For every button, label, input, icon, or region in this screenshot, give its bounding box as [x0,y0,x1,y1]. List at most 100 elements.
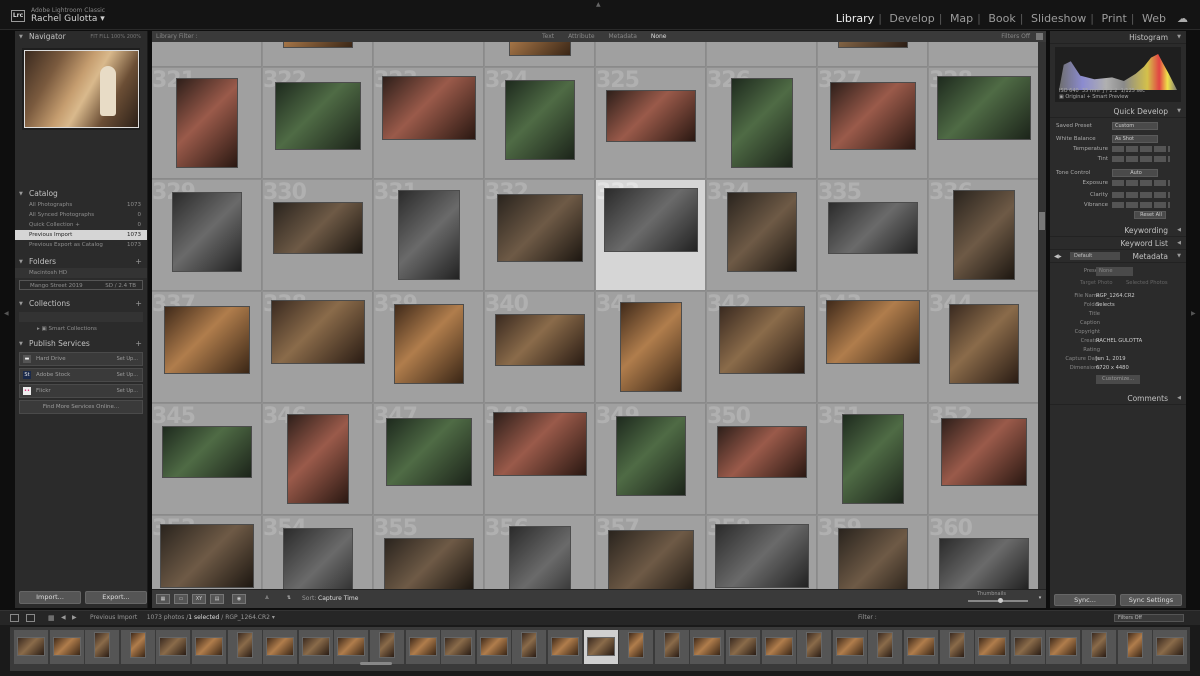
metadata-header[interactable]: ◀▸ Default Metadata ▼ [1050,250,1186,263]
filmstrip-thumbnail[interactable] [227,630,262,664]
grid-cell[interactable] [485,42,595,67]
filter-metadata[interactable]: Metadata [608,33,636,40]
filmstrip-thumbnail[interactable] [548,630,582,664]
filmstrip-thumbnail[interactable] [370,630,404,664]
grid-cell[interactable]: 325 [596,68,706,179]
loupe-view-icon[interactable]: ▭ [174,594,188,604]
grid-cell[interactable] [263,42,373,67]
filmstrip-thumbnail[interactable] [120,630,155,664]
filter-attribute[interactable]: Attribute [568,33,595,40]
metadata-field[interactable]: Creator RACHEL GULOTTA [1050,337,1186,346]
filmstrip-thumbnail[interactable] [939,630,974,664]
filmstrip-thumbnail[interactable] [298,630,333,664]
filters-off-label[interactable]: Filters Off [1001,31,1030,42]
photo-thumbnail[interactable] [287,414,349,504]
grid-cell[interactable]: 334 [707,180,817,291]
photo-thumbnail[interactable] [162,426,252,478]
filmstrip-filter-dropdown[interactable]: Filters Off [1114,614,1184,622]
grid-cell[interactable]: 328 [929,68,1039,179]
smart-collections[interactable]: ▸ ▣ Smart Collections [15,324,147,334]
metadata-preset-dropdown[interactable]: Default [1070,252,1120,260]
histogram-header[interactable]: Histogram ▼ [1050,31,1186,44]
photo-thumbnail[interactable] [826,300,920,364]
compare-view-icon[interactable]: XY [192,594,206,604]
folder-volume[interactable]: Macintosh HD [15,268,147,278]
photo-thumbnail[interactable] [386,418,472,486]
sort-dropdown[interactable]: Capture Time [318,595,358,602]
survey-view-icon[interactable]: ▤ [210,594,224,604]
grid-cell[interactable]: 352 [929,404,1039,515]
grid-cell[interactable]: 346 [263,404,373,515]
grid-cell[interactable]: 357 [596,516,706,589]
filmstrip-thumbnail[interactable] [14,630,48,664]
grid-cell[interactable]: 344 [929,292,1039,403]
grid-cell[interactable]: 332 [485,180,595,291]
tint-steppers[interactable] [1112,156,1170,162]
filmstrip-thumbnail[interactable] [1010,630,1045,664]
vibrance-steppers[interactable] [1112,202,1170,208]
grid-cell[interactable]: 360 [929,516,1039,589]
visibility-icon[interactable]: ◀▸ [1054,250,1062,263]
metadata-field[interactable]: Folder Selects [1050,301,1186,310]
keywording-header[interactable]: Keywording ◀ [1050,224,1186,237]
grid-cell[interactable]: 340 [485,292,595,403]
toolbar-menu-icon[interactable]: ▾ [1036,594,1044,604]
temperature-steppers[interactable] [1112,146,1170,152]
photo-thumbnail[interactable] [176,78,238,168]
sync-button[interactable]: Sync... [1054,594,1116,606]
photo-thumbnail[interactable] [394,304,464,384]
people-view-icon[interactable]: ◉ [232,594,246,604]
photo-thumbnail[interactable] [493,412,587,476]
filmstrip-thumbnail[interactable] [797,630,832,664]
forward-arrow-icon[interactable]: ▶ [72,611,77,625]
grid-cell[interactable]: 323 [374,68,484,179]
collection-filter[interactable] [19,312,143,322]
grid-cell[interactable]: 354 [263,516,373,589]
metadata-field[interactable]: File Name RGP_1264.CR2 [1050,292,1186,301]
photo-thumbnail[interactable] [842,414,904,504]
photo-thumbnail[interactable] [939,538,1029,589]
filmstrip-thumbnail[interactable] [192,630,226,664]
metadata-field[interactable]: Title [1050,310,1186,319]
metadata-value[interactable]: Jun 1, 2019 [1096,355,1126,364]
photo-thumbnail[interactable] [715,524,809,588]
grid-cell[interactable]: 333 [596,180,706,291]
filmstrip-thumbnail[interactable] [334,630,369,664]
filmstrip-thumbnail[interactable] [1046,630,1081,664]
sync-settings-button[interactable]: Sync Settings [1120,594,1182,606]
grid-cell[interactable]: 358 [707,516,817,589]
photo-thumbnail[interactable] [953,190,1015,280]
exposure-steppers[interactable] [1112,180,1170,186]
filmstrip-scrollbar[interactable] [360,662,392,665]
module-map[interactable]: Map [950,12,973,25]
module-slideshow[interactable]: Slideshow [1031,12,1086,25]
filmstrip-thumbnail[interactable] [1153,630,1188,664]
filmstrip-thumbnail[interactable] [476,630,511,664]
grid-cell[interactable]: 351 [818,404,928,515]
photo-thumbnail[interactable] [719,306,805,374]
photo-thumbnail[interactable] [731,78,793,168]
grid-cell[interactable]: 350 [707,404,817,515]
module-web[interactable]: Web [1142,12,1166,25]
module-book[interactable]: Book [988,12,1015,25]
module-print[interactable]: Print [1101,12,1126,25]
customize-button[interactable]: Customize... [1096,375,1141,384]
grid-cell[interactable] [818,42,928,67]
filmstrip-thumbnail[interactable] [263,630,298,664]
keyword-list-header[interactable]: Keyword List ◀ [1050,237,1186,250]
grid-cell[interactable]: 329 [152,180,262,291]
grid-cell[interactable]: 347 [374,404,484,515]
filmstrip-thumbnail[interactable] [726,630,760,664]
photo-thumbnail[interactable] [271,300,365,364]
filter-text[interactable]: Text [542,33,554,40]
photo-thumbnail[interactable] [838,528,908,589]
catalog-item-all-synced[interactable]: All Synced Photographs 0 [15,210,147,220]
grid-cell[interactable]: 326 [707,68,817,179]
catalog-item-quick-collection[interactable]: Quick Collection +0 [15,220,147,230]
grid-cell[interactable] [929,42,1039,67]
window-2-icon[interactable] [26,614,35,622]
photo-thumbnail[interactable] [273,202,363,254]
reset-all-button[interactable]: Reset All [1134,211,1166,219]
filmstrip-thumbnail[interactable] [405,630,440,664]
grid-cell[interactable]: 330 [263,180,373,291]
